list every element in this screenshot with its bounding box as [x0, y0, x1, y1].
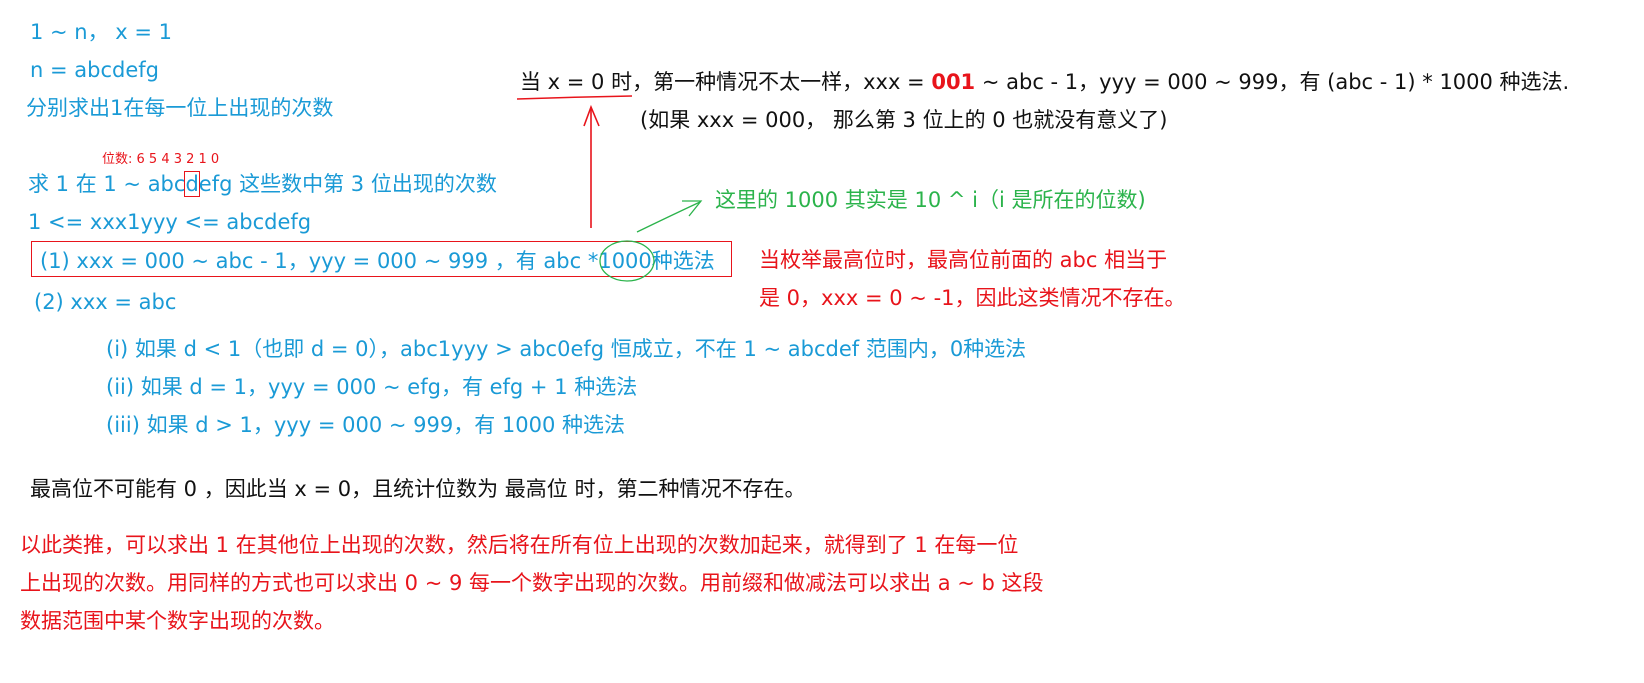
green-circle	[599, 240, 655, 282]
annotation-layer	[516, 95, 703, 282]
green-arrow-shaft	[636, 201, 701, 233]
red-underline	[516, 95, 633, 100]
